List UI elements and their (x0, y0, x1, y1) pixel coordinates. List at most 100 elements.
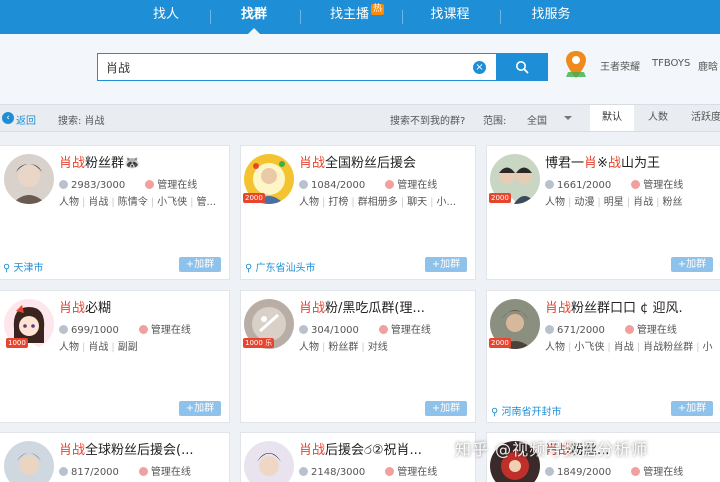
members-icon (59, 467, 68, 476)
sort-members[interactable]: 人数 (636, 105, 680, 131)
hot-badge: 热 (371, 4, 385, 15)
hot-word[interactable]: 王者荣耀 (600, 58, 640, 73)
range-select[interactable]: 全国 (527, 112, 547, 127)
not-found-link[interactable]: 搜索不到我的群? (390, 112, 465, 127)
top-nav: 找人 找群 找主播热 找课程 找服务 (0, 0, 720, 34)
group-name: 肖战粉丝群🦝 (59, 156, 141, 171)
admin-icon (378, 325, 388, 334)
members-icon (299, 467, 308, 476)
tab-label: 找课程 (430, 7, 470, 22)
member-count: 2148/3000 (311, 467, 366, 478)
join-group-button[interactable]: +加群 (425, 401, 467, 416)
group-card[interactable]: 肖战后援会ර②祝肖... 2148/3000 管理在线 (240, 432, 476, 482)
group-location: ⚲ 广东省汕头市 (245, 263, 316, 274)
filter-bar: ‹ 返回 搜索: 肖战 搜索不到我的群? 范围: 全国 默认 人数 活跃度 (0, 104, 720, 132)
search-input[interactable] (98, 54, 458, 80)
join-group-button[interactable]: +加群 (425, 257, 467, 272)
sort-default[interactable]: 默认 (590, 105, 634, 131)
nav-divider (402, 10, 403, 24)
tab-find-service[interactable]: 找服务 (520, 0, 582, 34)
admin-status: 管理在线 (150, 325, 191, 336)
group-meta: 671/2000 管理在线 (545, 321, 677, 336)
capacity-badge: 2000 (489, 338, 511, 348)
group-card[interactable]: 2000 肖战粉丝群口口 ¢ 迎风. 671/2000 管理在线 人物 | 小飞侠 | 肖… (486, 290, 720, 423)
group-name: 博君一肖※战山为王 (545, 156, 660, 171)
tab-label: 找主播 (329, 7, 369, 22)
members-icon (299, 325, 308, 334)
capacity-badge: 1000 乐 (243, 338, 275, 348)
group-meta: 2983/3000 管理在线 (59, 176, 197, 191)
tab-label: 找服务 (531, 7, 571, 22)
tab-find-course[interactable]: 找课程 (420, 0, 480, 34)
back-icon[interactable]: ‹ (2, 112, 14, 124)
member-count: 817/2000 (71, 467, 119, 478)
watermark: 知乎 @视频号数据分析师 (455, 440, 649, 459)
admin-status: 管理在线 (643, 180, 684, 191)
capacity-badge: 2000 (243, 193, 265, 203)
group-card[interactable]: 2000 肖战全国粉丝后援会 1084/2000 管理在线 人物 | 打榜 | 群相册多 |… (240, 145, 476, 280)
group-tags: 人物 | 小飞侠 | 肖战 | 肖战粉丝群 | 小 (545, 342, 713, 353)
group-meta: 699/1000 管理在线 (59, 321, 191, 336)
join-group-button[interactable]: +加群 (179, 257, 221, 272)
search-keyword-label: 搜索: 肖战 (58, 116, 105, 127)
clear-icon[interactable]: × (473, 61, 486, 74)
group-tags: 人物 | 肖战 | 陈情令 | 小飞侠 | 管... (59, 197, 217, 208)
group-name: 肖战粉/黑吃瓜群(理... (299, 301, 425, 316)
group-meta: 1084/2000 管理在线 (299, 176, 437, 191)
capacity-badge: 1000 (6, 338, 28, 348)
group-meta: 304/1000 管理在线 (299, 321, 431, 336)
group-tags: 人物 | 肖战 | 副副 (59, 342, 138, 353)
tab-label: 找人 (152, 7, 179, 22)
search-box: × (97, 53, 497, 81)
search-icon (516, 61, 529, 74)
join-group-button[interactable]: +加群 (671, 401, 713, 416)
group-location: ⚲ 河南省开封市 (491, 407, 562, 418)
nav-divider (500, 10, 501, 24)
hot-word[interactable]: TFBOYS (652, 58, 690, 69)
hot-word[interactable]: 鹿晗 (698, 58, 718, 73)
nav-divider (300, 10, 301, 24)
group-card[interactable]: 肖战粉丝群🦝 2983/3000 管理在线 人物 | 肖战 | 陈情令 | 小飞侠 | 管... … (0, 145, 230, 280)
members-icon (59, 180, 68, 189)
group-card[interactable]: 肖战全球粉丝后援会(... 817/2000 管理在线 (0, 432, 230, 482)
admin-icon (624, 325, 634, 334)
tab-label: 找群 (240, 7, 267, 22)
chevron-down-icon[interactable] (564, 116, 572, 124)
back-link[interactable]: 返回 (16, 112, 36, 127)
location-pin-icon[interactable] (564, 50, 588, 80)
members-icon (59, 325, 68, 334)
group-location: ⚲ 天津市 (3, 263, 44, 274)
admin-status: 管理在线 (150, 467, 191, 478)
tab-find-group[interactable]: 找群 (228, 0, 280, 34)
members-icon (545, 325, 554, 334)
group-card[interactable]: 2000 博君一肖※战山为王 1661/2000 管理在线 人物 | 动漫 | 明星 | 肖战… (486, 145, 720, 280)
tab-find-streamer[interactable]: 找主播热 (322, 0, 392, 34)
member-count: 1849/2000 (557, 467, 612, 478)
group-meta: 2148/3000 管理在线 (299, 463, 437, 478)
group-card[interactable]: 1000 乐 肖战粉/黑吃瓜群(理... 304/1000 管理在线 人物 | 粉丝群… (240, 290, 476, 423)
admin-status: 管理在线 (390, 325, 431, 336)
group-tags: 人物 | 粉丝群 | 对线 (299, 342, 388, 353)
members-icon (545, 180, 554, 189)
admin-status: 管理在线 (636, 325, 677, 336)
admin-status: 管理在线 (397, 467, 438, 478)
group-meta: 1661/2000 管理在线 (545, 176, 683, 191)
avatar (4, 441, 54, 482)
group-card[interactable]: 1000 肖战必糊 699/1000 管理在线 人物 | 肖战 | 副副 +加群 (0, 290, 230, 423)
members-icon (545, 467, 554, 476)
sort-activity[interactable]: 活跃度 (684, 105, 720, 131)
join-group-button[interactable]: +加群 (671, 257, 713, 272)
member-count: 1084/2000 (311, 180, 366, 191)
join-group-button[interactable]: +加群 (179, 401, 221, 416)
member-count: 671/2000 (557, 325, 605, 336)
avatar (244, 441, 294, 482)
group-tags: 人物 | 动漫 | 明星 | 肖战 | 粉丝 (545, 197, 683, 208)
tab-find-people[interactable]: 找人 (140, 0, 192, 34)
admin-icon (385, 467, 395, 476)
group-name: 肖战后援会ර②祝肖... (299, 443, 422, 458)
group-tags: 人物 | 打榜 | 群相册多 | 聊天 | 小... (299, 197, 457, 208)
range-label: 范围: (483, 116, 507, 127)
search-button[interactable] (497, 53, 548, 81)
member-count: 2983/3000 (71, 180, 126, 191)
admin-icon (631, 467, 641, 476)
